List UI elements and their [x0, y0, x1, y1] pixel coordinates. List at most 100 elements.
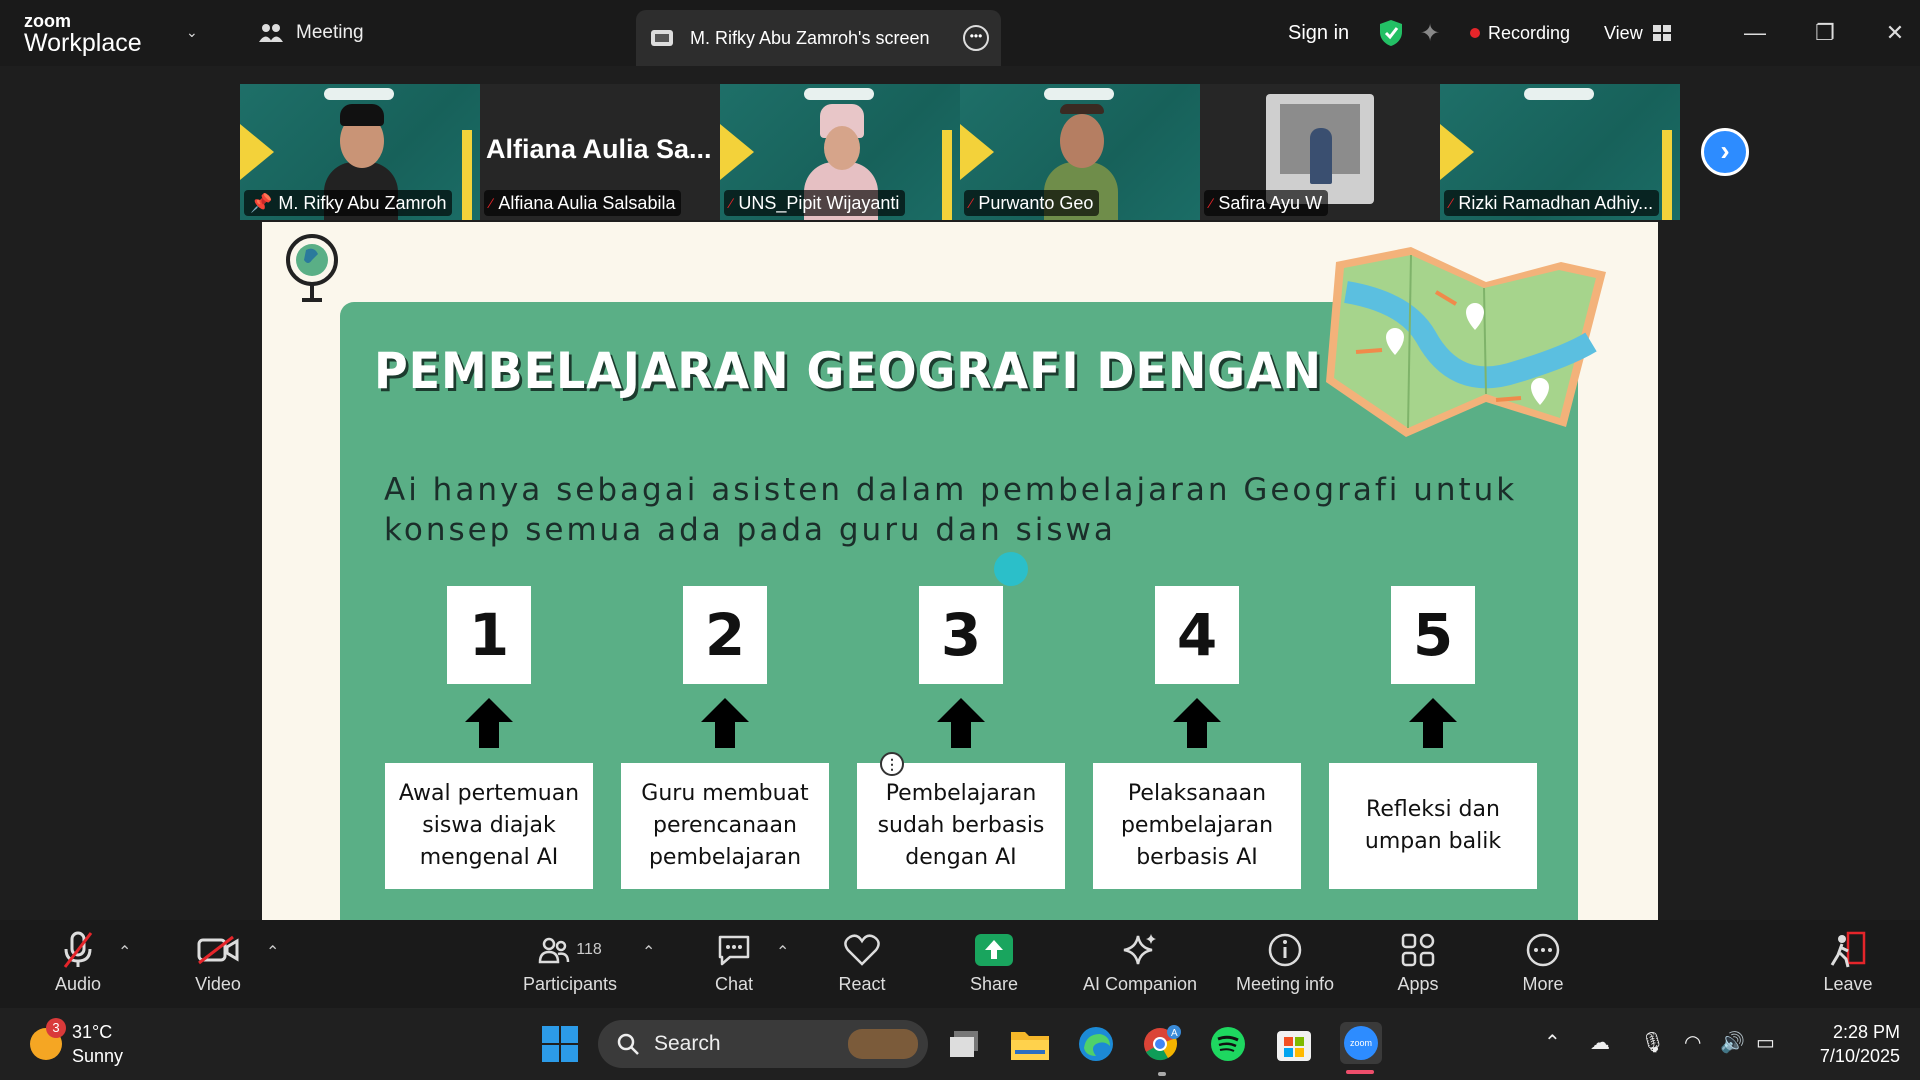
battery-icon[interactable]: ▭	[1756, 1030, 1775, 1055]
video-tile[interactable]: 📌 M. Rifky Abu Zamroh	[240, 84, 480, 220]
step-line: siswa diajak	[422, 813, 556, 838]
chrome-icon[interactable]: A	[1142, 1024, 1182, 1064]
up-arrow-icon	[1409, 698, 1457, 748]
participant-name: M. Rifky Abu Zamroh	[278, 192, 447, 213]
globe-logo-icon	[286, 234, 338, 302]
audio-label: Audio	[54, 974, 102, 994]
step-number: 4	[1155, 586, 1239, 684]
step-card: Awal pertemuan siswa diajak mengenal AI	[385, 763, 593, 889]
windows-start-icon[interactable]	[540, 1024, 580, 1064]
mic-muted-icon: ∕	[1210, 195, 1213, 211]
mic-muted-icon: ∕	[1450, 195, 1453, 211]
chevron-down-icon[interactable]: ⌄	[186, 24, 198, 41]
ai-companion-button[interactable]: AI Companion	[1080, 930, 1200, 995]
task-view-icon[interactable]	[944, 1024, 984, 1064]
step-line: Awal pertemuan	[398, 781, 580, 806]
chat-icon	[718, 935, 750, 966]
folded-map-icon	[1326, 247, 1606, 437]
shield-check-icon[interactable]	[1378, 0, 1404, 66]
participants-button[interactable]: 118 Participants	[518, 930, 622, 995]
caret-up-icon[interactable]: ⌃	[642, 942, 655, 962]
edge-browser-icon[interactable]	[1076, 1024, 1116, 1064]
video-tile[interactable]: ∕ Rizki Ramadhan Adhiy...	[1440, 84, 1680, 220]
chevron-up-icon[interactable]: ⌃	[1544, 1030, 1561, 1055]
mic-muted-icon: ∕	[970, 195, 973, 211]
video-tile[interactable]: Alfiana Aulia Sa... ∕ Alfiana Aulia Sals…	[480, 84, 720, 220]
step-line: sudah berbasis	[877, 813, 1045, 838]
meeting-tab-label: Meeting	[296, 22, 364, 43]
chat-button[interactable]: Chat	[708, 930, 760, 995]
meeting-info-button[interactable]: Meeting info	[1230, 930, 1340, 995]
ai-sparkle-icon[interactable]: ✦	[1420, 0, 1440, 66]
video-button[interactable]: Video	[190, 930, 246, 995]
sign-in-link[interactable]: Sign in	[1288, 0, 1349, 66]
apps-button[interactable]: Apps	[1390, 930, 1446, 995]
svg-text:zoom: zoom	[1350, 1038, 1372, 1048]
video-tile[interactable]: ∕ Safira Ayu W	[1200, 84, 1440, 220]
weather-widget[interactable]: 3 31°C Sunny	[30, 1018, 124, 1068]
participant-name: Alfiana Aulia Salsabila	[498, 192, 676, 213]
running-indicator	[1158, 1072, 1166, 1076]
audio-button[interactable]: Audio	[50, 930, 106, 995]
view-button[interactable]: View	[1604, 0, 1671, 66]
annotation-handle-icon[interactable]: ⋮	[880, 752, 904, 776]
file-explorer-icon[interactable]	[1010, 1024, 1050, 1064]
subtitle-line: Ai hanya sebagai asisten dalam pembelaja…	[384, 472, 1518, 508]
participant-video	[1310, 128, 1332, 184]
windows-taskbar: 3 31°C Sunny Search A zoom ⌃ ☁ 🎙 ◠ 🔊 ▭ 2…	[0, 1008, 1920, 1080]
onedrive-icon[interactable]: ☁	[1590, 1030, 1610, 1055]
caret-up-icon[interactable]: ⌃	[118, 942, 131, 962]
leave-button[interactable]: Leave	[1822, 930, 1874, 995]
step-line: pembelajaran	[1120, 813, 1274, 838]
caret-up-icon[interactable]: ⌃	[266, 942, 279, 962]
people-icon	[259, 24, 283, 42]
wifi-icon[interactable]: ◠	[1684, 1030, 1701, 1055]
up-arrow-icon	[1173, 698, 1221, 748]
more-button[interactable]: More	[1516, 930, 1570, 995]
clock-date: 7/10/2025	[1819, 1046, 1900, 1066]
ai-sparkle-icon	[1123, 934, 1156, 965]
more-options-icon[interactable]: •••	[963, 25, 989, 51]
more-icon	[1526, 933, 1560, 967]
participants-count: 118	[576, 941, 602, 958]
step-line: Guru membuat	[641, 781, 809, 806]
shared-screen-label: M. Rifky Abu Zamroh's screen	[690, 27, 930, 48]
close-icon[interactable]: ✕	[1860, 20, 1920, 46]
video-tile[interactable]: ∕ Purwanto Geo	[960, 84, 1200, 220]
participant-name: Purwanto Geo	[978, 192, 1094, 213]
video-label: Video	[195, 974, 241, 994]
system-clock[interactable]: 2:28 PM 7/10/2025	[1800, 1020, 1900, 1068]
mic-muted-icon: ∕	[730, 195, 733, 211]
shared-screen-tab[interactable]: M. Rifky Abu Zamroh's screen •••	[636, 10, 1001, 66]
spotify-icon[interactable]	[1208, 1024, 1248, 1064]
more-label: More	[1522, 974, 1564, 994]
microphone-icon[interactable]: 🎙	[1640, 1030, 1665, 1055]
zoom-app-icon[interactable]: zoom	[1340, 1022, 1382, 1064]
weather-condition: Sunny	[72, 1046, 124, 1066]
volume-icon[interactable]: 🔊	[1720, 1030, 1745, 1055]
meeting-tab[interactable]: Meeting	[258, 22, 364, 44]
microsoft-store-icon[interactable]	[1274, 1024, 1314, 1064]
restore-icon[interactable]: ❐	[1790, 20, 1860, 46]
participant-name: Safira Ayu W	[1218, 192, 1323, 213]
zoom-workplace-logo[interactable]: zoom Workplace	[24, 12, 142, 56]
slide-subtitle: Ai hanya sebagai asisten dalam pembelaja…	[384, 470, 1534, 550]
meeting-info-label: Meeting info	[1235, 974, 1335, 994]
share-screen-icon	[975, 934, 1013, 966]
apps-icon	[1401, 933, 1435, 967]
react-button[interactable]: React	[832, 930, 892, 995]
step-card: Guru membuat perencanaan pembelajaran	[621, 763, 829, 889]
apps-label: Apps	[1397, 974, 1439, 994]
step-line: umpan balik	[1364, 829, 1502, 854]
step-line: Refleksi dan	[1366, 797, 1500, 822]
up-arrow-icon	[465, 698, 513, 748]
step-number: 2	[683, 586, 767, 684]
recording-indicator[interactable]: Recording	[1470, 0, 1570, 66]
share-button[interactable]: Share	[964, 930, 1024, 995]
taskbar-search[interactable]: Search	[598, 1020, 928, 1068]
caret-up-icon[interactable]: ⌃	[776, 942, 789, 962]
ai-companion-label: AI Companion	[1082, 974, 1198, 994]
next-page-button[interactable]: ›	[1701, 128, 1749, 176]
minimize-icon[interactable]: —	[1720, 20, 1790, 46]
video-tile[interactable]: ∕ UNS_Pipit Wijayanti	[720, 84, 960, 220]
